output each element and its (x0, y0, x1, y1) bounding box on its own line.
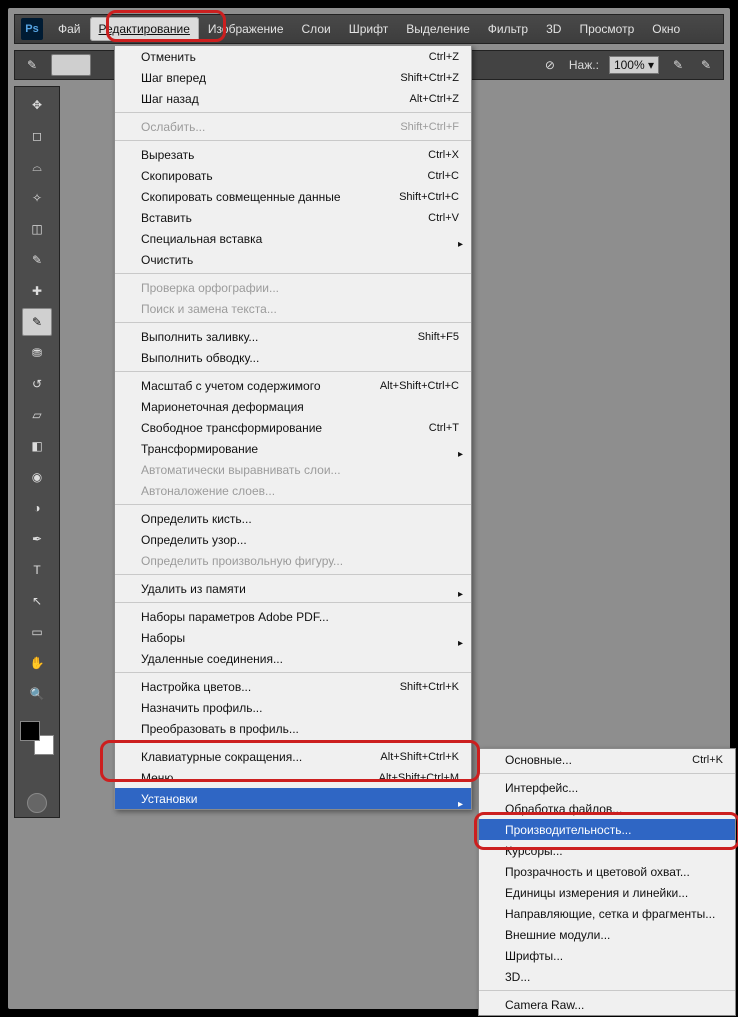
menu-item-1[interactable]: Редактирование (90, 17, 199, 41)
menu-entry: Поиск и замена текста... (115, 298, 471, 319)
opacity-value[interactable]: 100% ▾ (609, 56, 659, 74)
menu-entry[interactable]: Масштаб с учетом содержимогоAlt+Shift+Ct… (115, 375, 471, 396)
zoom-tool-icon[interactable]: 🔍 (22, 680, 52, 708)
lasso-tool-icon[interactable]: ⌓ (22, 153, 52, 181)
menu-entry[interactable]: Определить узор... (115, 529, 471, 550)
menu-entry[interactable]: Направляющие, сетка и фрагменты... (479, 903, 735, 924)
menu-item-9[interactable]: Окно (643, 17, 689, 41)
workspace: Ps ФайРедактированиеИзображениеСлоиШрифт… (8, 8, 730, 1009)
wand-tool-icon[interactable]: ✧ (22, 184, 52, 212)
menu-entry[interactable]: Прозрачность и цветовой охват... (479, 861, 735, 882)
color-swatches[interactable] (20, 721, 54, 755)
eyedropper-tool-icon[interactable]: ✎ (22, 246, 52, 274)
menu-entry[interactable]: Клавиатурные сокращения...Alt+Shift+Ctrl… (115, 746, 471, 767)
menu-item-2[interactable]: Изображение (199, 17, 293, 41)
menu-entry[interactable]: Определить кисть... (115, 508, 471, 529)
brush-preview[interactable] (51, 54, 91, 76)
menu-entry[interactable]: 3D... (479, 966, 735, 987)
dodge-tool-icon[interactable]: ◑ (22, 494, 52, 522)
move-tool-icon[interactable]: ✥ (22, 91, 52, 119)
menu-entry[interactable]: Интерфейс... (479, 777, 735, 798)
menu-entry[interactable]: ВырезатьCtrl+X (115, 144, 471, 165)
menu-entry: Ослабить...Shift+Ctrl+F (115, 116, 471, 137)
menu-entry: Проверка орфографии... (115, 277, 471, 298)
menu-entry[interactable]: Выполнить обводку... (115, 347, 471, 368)
menu-entry[interactable]: Скопировать совмещенные данныеShift+Ctrl… (115, 186, 471, 207)
menu-entry[interactable]: Специальная вставка (115, 228, 471, 249)
menu-entry[interactable]: Трансформирование (115, 438, 471, 459)
menu-item-5[interactable]: Выделение (397, 17, 479, 41)
stamp-tool-icon[interactable]: ⛃ (22, 339, 52, 367)
menu-entry[interactable]: ВставитьCtrl+V (115, 207, 471, 228)
menu-entry[interactable]: Шаг впередShift+Ctrl+Z (115, 67, 471, 88)
default-colors-icon[interactable] (30, 766, 44, 780)
menu-item-8[interactable]: Просмотр (570, 17, 643, 41)
preferences-submenu: Основные...Ctrl+K Интерфейс...Обработка ф… (478, 748, 736, 1016)
blur-tool-icon[interactable]: ◉ (22, 463, 52, 491)
menu-entry[interactable]: Внешние модули... (479, 924, 735, 945)
menu-item-3[interactable]: Слои (293, 17, 340, 41)
menu-entry[interactable]: ОтменитьCtrl+Z (115, 46, 471, 67)
edit-menu: ОтменитьCtrl+ZШаг впередShift+Ctrl+ZШаг … (114, 45, 472, 810)
symmetry-icon[interactable]: ✎ (697, 56, 715, 74)
gradient-tool-icon[interactable]: ◧ (22, 432, 52, 460)
menu-entry[interactable]: Удалить из памяти (115, 578, 471, 599)
eraser-tool-icon[interactable]: ▱ (22, 401, 52, 429)
menu-entry[interactable]: Свободное трансформированиеCtrl+T (115, 417, 471, 438)
menu-entry[interactable]: Очистить (115, 249, 471, 270)
menu-entry[interactable]: Курсоры... (479, 840, 735, 861)
app-logo: Ps (21, 18, 43, 40)
history-brush-tool-icon[interactable]: ↺ (22, 370, 52, 398)
toolbox: ✥ ◻ ⌓ ✧ ◫ ✎ ✚ ✎ ⛃ ↺ ▱ ◧ ◉ ◑ ✒ T ↖ ▭ ✋ 🔍 (14, 86, 60, 818)
tool-preset-icon[interactable]: ✎ (23, 56, 41, 74)
menu-entry[interactable]: Удаленные соединения... (115, 648, 471, 669)
opacity-label: Наж.: (569, 58, 599, 72)
menu-entry[interactable]: Основные...Ctrl+K (479, 749, 735, 770)
menu-entry[interactable]: Наборы (115, 627, 471, 648)
menu-entry[interactable]: Производительность... (479, 819, 735, 840)
menu-entry: Определить произвольную фигуру... (115, 550, 471, 571)
menu-entry[interactable]: СкопироватьCtrl+C (115, 165, 471, 186)
menu-entry[interactable]: Установки (115, 788, 471, 809)
menu-entry[interactable]: Единицы измерения и линейки... (479, 882, 735, 903)
menu-entry[interactable]: Camera Raw... (479, 994, 735, 1015)
marquee-tool-icon[interactable]: ◻ (22, 122, 52, 150)
hand-tool-icon[interactable]: ✋ (22, 649, 52, 677)
healing-tool-icon[interactable]: ✚ (22, 277, 52, 305)
menu-entry[interactable]: Преобразовать в профиль... (115, 718, 471, 739)
menu-entry: Автоматически выравнивать слои... (115, 459, 471, 480)
menu-item-6[interactable]: Фильтр (479, 17, 537, 41)
type-tool-icon[interactable]: T (22, 556, 52, 584)
fg-color[interactable] (20, 721, 40, 741)
menubar: ФайРедактированиеИзображениеСлоиШрифтВыд… (49, 17, 689, 41)
menu-entry[interactable]: Настройка цветов...Shift+Ctrl+K (115, 676, 471, 697)
menu-entry: Автоналожение слоев... (115, 480, 471, 501)
menu-entry[interactable]: Шрифты... (479, 945, 735, 966)
topbar: Ps ФайРедактированиеИзображениеСлоиШрифт… (14, 14, 724, 44)
menu-item-7[interactable]: 3D (537, 17, 570, 41)
menu-item-4[interactable]: Шрифт (340, 17, 397, 41)
pen-tool-icon[interactable]: ✒ (22, 525, 52, 553)
path-select-tool-icon[interactable]: ↖ (22, 587, 52, 615)
brush-tool-icon[interactable]: ✎ (22, 308, 52, 336)
menu-entry[interactable]: Выполнить заливку...Shift+F5 (115, 326, 471, 347)
shape-tool-icon[interactable]: ▭ (22, 618, 52, 646)
menu-item-0[interactable]: Фай (49, 17, 90, 41)
menu-entry[interactable]: Наборы параметров Adobe PDF... (115, 606, 471, 627)
airbrush-icon[interactable]: ⊘ (541, 56, 559, 74)
tablet-pressure-icon[interactable]: ✎ (669, 56, 687, 74)
menu-entry[interactable]: Шаг назадAlt+Ctrl+Z (115, 88, 471, 109)
menu-entry[interactable]: Меню...Alt+Shift+Ctrl+M (115, 767, 471, 788)
menu-entry[interactable]: Обработка файлов... (479, 798, 735, 819)
quickmask-icon[interactable] (27, 793, 47, 813)
menu-entry[interactable]: Назначить профиль... (115, 697, 471, 718)
crop-tool-icon[interactable]: ◫ (22, 215, 52, 243)
menu-entry[interactable]: Марионеточная деформация (115, 396, 471, 417)
